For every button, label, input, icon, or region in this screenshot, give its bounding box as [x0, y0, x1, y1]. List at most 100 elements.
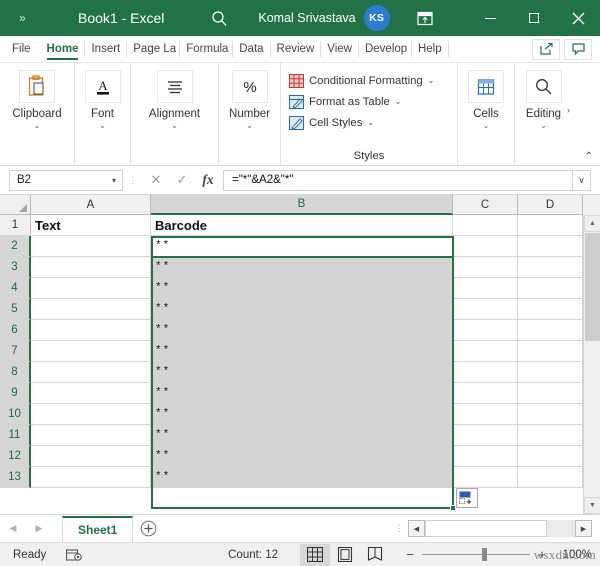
tab-formulas[interactable]: Formula [180, 36, 232, 62]
chevron-down-icon[interactable]: ⌄ [246, 122, 253, 130]
cell-C11[interactable] [453, 425, 518, 446]
scroll-left-button[interactable]: ◀ [408, 520, 425, 537]
cell-C12[interactable] [453, 446, 518, 467]
sheet-tab-sheet1[interactable]: Sheet1 [62, 516, 133, 542]
row-header-3[interactable]: 3 [0, 257, 31, 278]
percent-icon[interactable]: % [232, 70, 268, 103]
row-header-10[interactable]: 10 [0, 404, 31, 425]
tab-page-layout[interactable]: Page La [127, 36, 179, 62]
cell-A2[interactable] [31, 236, 151, 257]
chevron-down-icon[interactable]: ▾ [112, 176, 116, 185]
cells-table-icon[interactable] [468, 70, 504, 103]
chevron-down-icon[interactable]: ⌄ [34, 122, 41, 130]
chevron-down-icon[interactable]: ⌄ [395, 97, 402, 106]
tab-help[interactable]: Help [412, 36, 448, 62]
alignment-lines-icon[interactable] [157, 70, 193, 103]
row-header-13[interactable]: 13 [0, 467, 31, 488]
cell-D11[interactable] [518, 425, 583, 446]
tab-review[interactable]: Review [271, 36, 321, 62]
cell-B13[interactable]: ** [151, 467, 453, 488]
cell-A3[interactable] [31, 257, 151, 278]
cell-A5[interactable] [31, 299, 151, 320]
cell-A9[interactable] [31, 383, 151, 404]
zoom-out-button[interactable]: − [402, 547, 418, 562]
row-header-4[interactable]: 4 [0, 278, 31, 299]
cell-D9[interactable] [518, 383, 583, 404]
enter-formula-button[interactable]: ✓ [169, 169, 195, 191]
editing-overflow-icon[interactable]: › [567, 105, 570, 115]
cell-B5[interactable]: ** [151, 299, 453, 320]
chevron-down-icon[interactable]: ⌄ [99, 122, 106, 130]
chevron-down-icon[interactable]: ⌄ [540, 122, 547, 130]
cell-A4[interactable] [31, 278, 151, 299]
cell-D4[interactable] [518, 278, 583, 299]
cell-B4[interactable]: ** [151, 278, 453, 299]
macro-record-icon[interactable] [66, 548, 82, 562]
tab-home[interactable]: Home [41, 36, 85, 62]
row-header-6[interactable]: 6 [0, 320, 31, 341]
plus-circle-icon[interactable] [133, 516, 163, 542]
maximize-button[interactable] [512, 0, 556, 36]
account-name[interactable]: Komal Srivastava [258, 11, 355, 25]
row-header-8[interactable]: 8 [0, 362, 31, 383]
format-as-table-button[interactable]: Format as Table ⌄ [289, 91, 402, 112]
ribbon-group-alignment[interactable]: Alignment ⌄ [131, 63, 219, 165]
horizontal-scroll-track[interactable] [425, 520, 575, 537]
column-header-b[interactable]: B [151, 195, 453, 215]
avatar[interactable]: KS [364, 5, 390, 31]
share-icon[interactable] [532, 39, 560, 60]
cell-D6[interactable] [518, 320, 583, 341]
tab-developer[interactable]: Develop [359, 36, 411, 62]
zoom-in-button[interactable]: + [534, 547, 550, 562]
row-header-11[interactable]: 11 [0, 425, 31, 446]
collapse-ribbon-button[interactable]: ⌃ [585, 152, 593, 162]
row-header-5[interactable]: 5 [0, 299, 31, 320]
sheet-overflow-menu[interactable]: ⋮ [390, 527, 408, 530]
chevron-down-icon[interactable]: ⌄ [171, 122, 178, 130]
ribbon-display-options-icon[interactable] [412, 5, 438, 31]
cell-C3[interactable] [453, 257, 518, 278]
cell-D12[interactable] [518, 446, 583, 467]
cell-C2[interactable] [453, 236, 518, 257]
cell-B6[interactable]: ** [151, 320, 453, 341]
ribbon-group-number[interactable]: % Number ⌄ [219, 63, 281, 165]
row-header-1[interactable]: 1 [0, 215, 31, 236]
cancel-formula-button[interactable]: ✕ [143, 169, 169, 191]
tab-insert[interactable]: Insert [85, 36, 126, 62]
vertical-scrollbar[interactable]: ▲ ▼ [583, 215, 600, 514]
horizontal-scroll-thumb[interactable] [425, 520, 547, 537]
horizontal-scrollbar[interactable]: ◀ ▶ [408, 520, 600, 537]
tab-view[interactable]: View [321, 36, 358, 62]
cell-D10[interactable] [518, 404, 583, 425]
ribbon-group-font[interactable]: A Font ⌄ [75, 63, 131, 165]
cell-A11[interactable] [31, 425, 151, 446]
ribbon-group-editing[interactable]: Editing ⌄ › [515, 63, 572, 165]
scroll-up-button[interactable]: ▲ [584, 215, 600, 232]
row-header-12[interactable]: 12 [0, 446, 31, 467]
name-box[interactable]: B2 ▾ [9, 170, 123, 191]
row-header-7[interactable]: 7 [0, 341, 31, 362]
cell-B12[interactable]: ** [151, 446, 453, 467]
clipboard-icon[interactable] [19, 70, 55, 103]
cell-C6[interactable] [453, 320, 518, 341]
row-header-9[interactable]: 9 [0, 383, 31, 404]
comment-icon[interactable] [564, 39, 592, 60]
zoom-slider-group[interactable]: − + [402, 547, 550, 562]
cell-C4[interactable] [453, 278, 518, 299]
cell-C8[interactable] [453, 362, 518, 383]
chevron-down-icon[interactable]: ⌄ [367, 118, 374, 127]
cell-C10[interactable] [453, 404, 518, 425]
formula-bar-grip[interactable]: ⋮ [126, 179, 140, 182]
cell-A7[interactable] [31, 341, 151, 362]
autofill-options-icon[interactable] [456, 488, 478, 508]
tab-data[interactable]: Data [233, 36, 269, 62]
conditional-formatting-button[interactable]: Conditional Formatting ⌄ [289, 70, 434, 91]
normal-view-button[interactable] [300, 544, 330, 566]
page-break-preview-button[interactable] [360, 544, 390, 566]
cell-D1[interactable] [518, 215, 583, 236]
vertical-scroll-thumb[interactable] [585, 233, 600, 341]
cell-B2[interactable]: ** [151, 236, 453, 257]
cell-C1[interactable] [453, 215, 518, 236]
cell-B9[interactable]: ** [151, 383, 453, 404]
column-header-c[interactable]: C [453, 195, 518, 215]
